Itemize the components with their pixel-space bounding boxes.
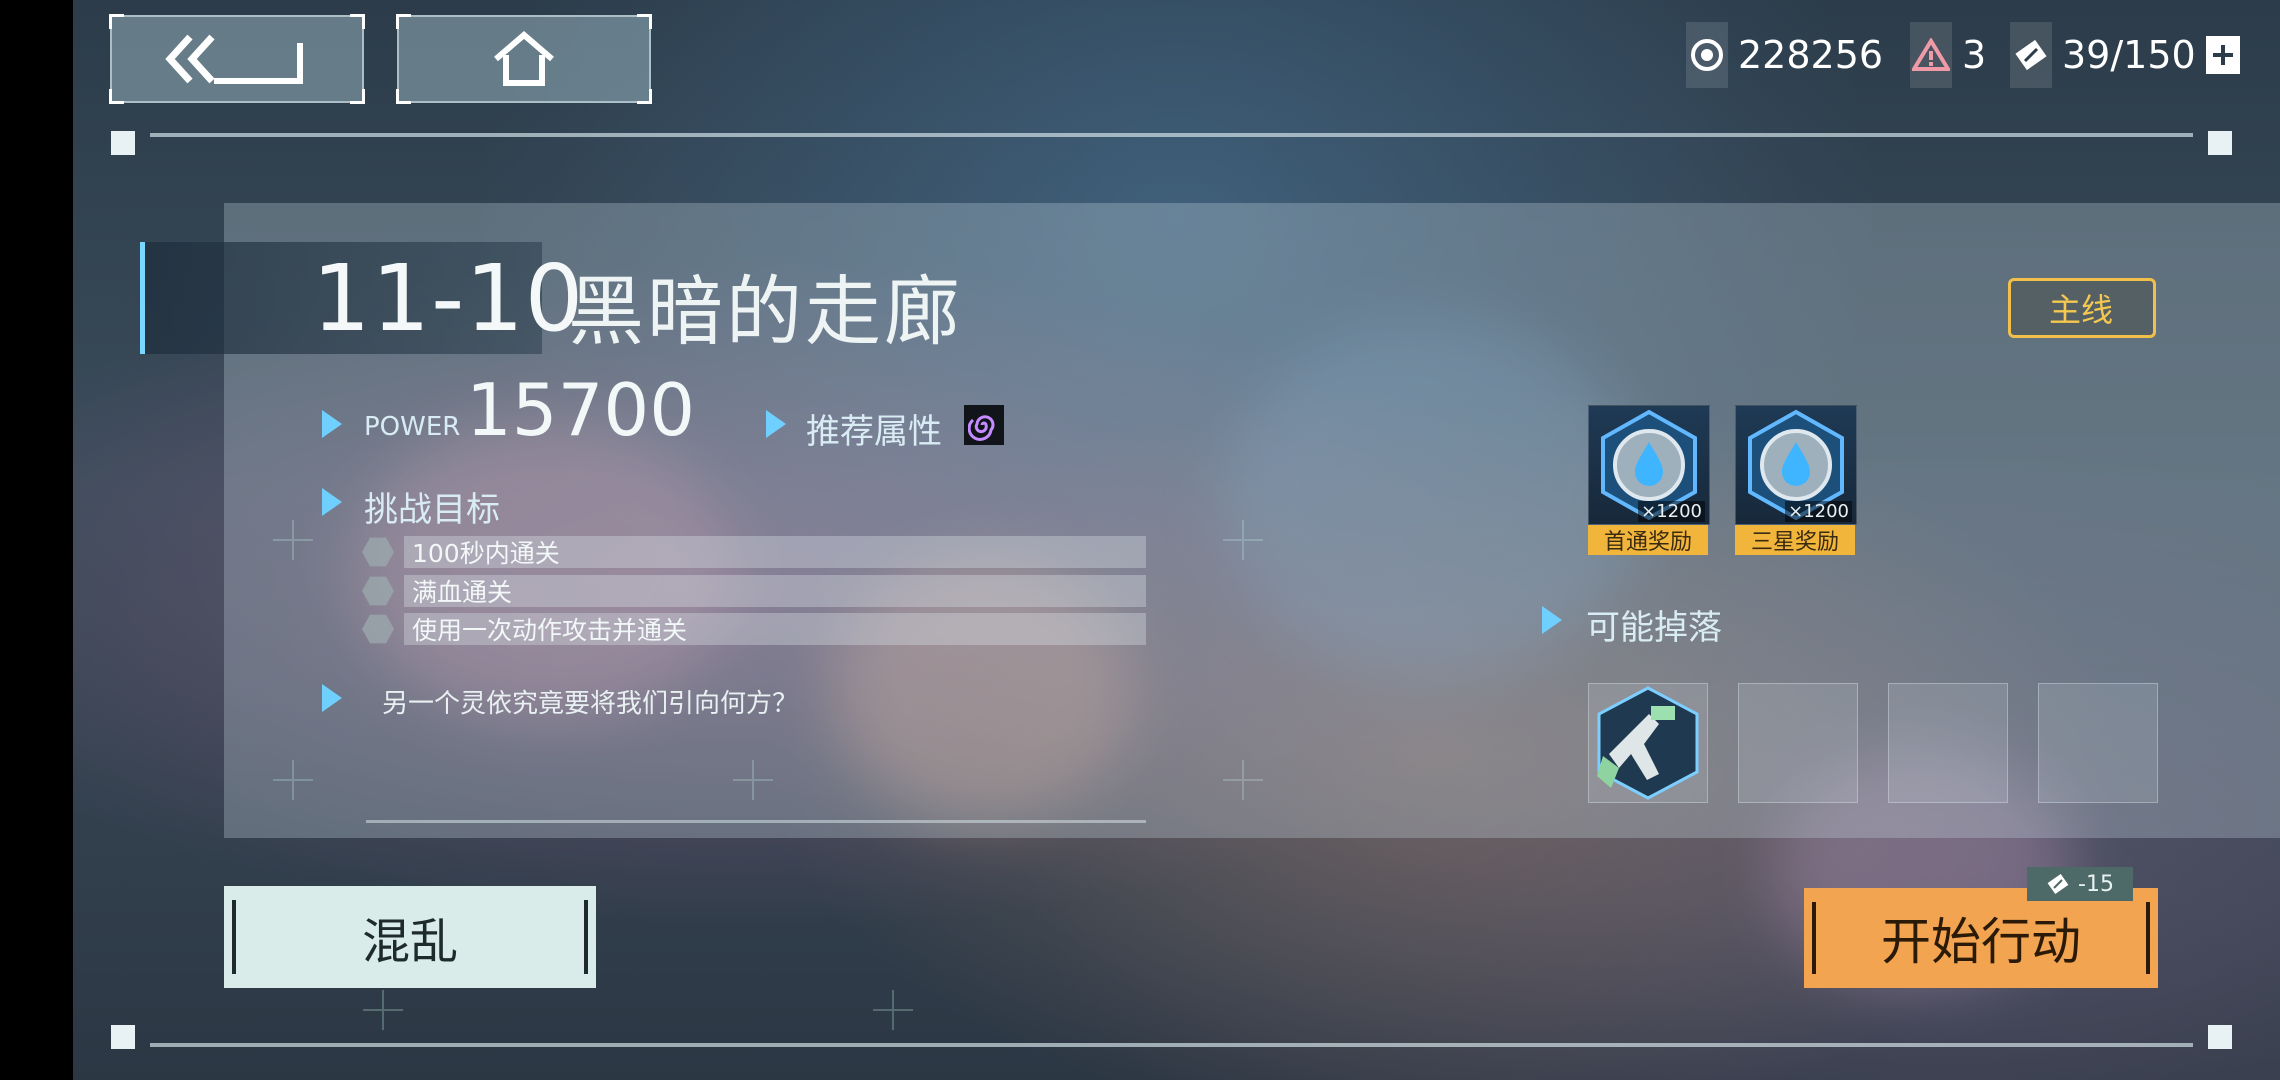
- alert-counter: 3: [1910, 22, 1986, 88]
- three-star-reward[interactable]: ×1200 三星奖励: [1735, 405, 1857, 557]
- drop-slot[interactable]: [1588, 683, 1708, 803]
- title-accent-bar: [140, 242, 145, 354]
- double-chevron-back-icon: [165, 34, 303, 84]
- stamina-counter: 39/150: [2010, 22, 2240, 88]
- reward-label: 三星奖励: [1735, 525, 1855, 555]
- water-crystal-icon: ×1200: [1588, 405, 1710, 525]
- gun-weapon-icon: [1597, 686, 1699, 800]
- stage-description: 另一个灵依究竟要将我们引向何方？: [382, 689, 799, 719]
- objective-item: 100秒内通关: [362, 536, 1146, 568]
- bullet-icon: [322, 410, 342, 438]
- back-button[interactable]: [109, 14, 365, 104]
- objective-item: 使用一次动作攻击并通关: [362, 613, 1146, 645]
- stamina-value: 39/150: [2062, 33, 2196, 77]
- stage-name: 黑暗的走廊: [568, 267, 963, 356]
- ticket-icon: [2010, 22, 2052, 88]
- objective-item: 满血通关: [362, 575, 1146, 607]
- chaos-mode-label: 混乱: [361, 914, 458, 970]
- bullet-icon: [1542, 606, 1562, 634]
- drop-slot[interactable]: [2038, 683, 2158, 803]
- start-action-button[interactable]: 开始行动: [1804, 888, 2158, 988]
- drop-slot[interactable]: [1888, 683, 2008, 803]
- drop-slot[interactable]: [1738, 683, 1858, 803]
- ticket-icon: [2047, 873, 2069, 895]
- reward-quantity: ×1200: [1638, 501, 1705, 522]
- objective-hex-icon: [362, 537, 394, 567]
- stage-id: 11-10: [312, 245, 585, 352]
- water-crystal-icon: ×1200: [1735, 405, 1857, 525]
- frame-corner: [2208, 1025, 2232, 1049]
- mainline-tag: 主线: [2008, 278, 2156, 338]
- objective-hex-icon: [362, 576, 394, 606]
- frame-corner: [111, 131, 135, 155]
- home-button[interactable]: [396, 14, 652, 104]
- bottom-divider: [150, 1043, 2193, 1047]
- objective-text: 100秒内通关: [404, 536, 1146, 568]
- mainline-tag-label: 主线: [2049, 291, 2114, 329]
- power-value: 15700: [466, 368, 696, 452]
- chaos-mode-button[interactable]: 混乱: [224, 886, 596, 988]
- home-icon: [494, 31, 554, 86]
- power-label: POWER: [364, 412, 461, 442]
- orb-icon: [1686, 22, 1728, 88]
- alert-value: 3: [1962, 33, 1987, 77]
- plus-icon: [2212, 45, 2233, 65]
- recommended-attribute-label: 推荐属性: [806, 412, 942, 452]
- bullet-icon: [766, 410, 786, 438]
- objectives-label: 挑战目标: [364, 490, 500, 530]
- bullet-icon: [322, 684, 342, 712]
- stamina-cost-value: -15: [2078, 871, 2114, 897]
- objective-text: 使用一次动作攻击并通关: [404, 613, 1146, 645]
- frame-corner: [2208, 131, 2232, 155]
- top-divider: [150, 133, 2193, 137]
- first-clear-reward[interactable]: ×1200 首通奖励: [1588, 405, 1710, 557]
- spiral-attribute-icon: [964, 405, 1004, 445]
- frame-corner: [111, 1025, 135, 1049]
- currency-value: 228256: [1738, 33, 1884, 77]
- objective-hex-icon: [362, 614, 394, 644]
- possible-drops-label: 可能掉落: [1586, 608, 1722, 648]
- start-action-label: 开始行动: [1881, 913, 2081, 971]
- add-stamina-button[interactable]: [2205, 36, 2240, 74]
- bullet-icon: [322, 488, 342, 516]
- objective-text: 满血通关: [404, 575, 1146, 607]
- warning-triangle-icon: [1910, 22, 1952, 88]
- currency-counter: 228256: [1686, 22, 1883, 88]
- reward-quantity: ×1200: [1785, 501, 1852, 522]
- stamina-cost-badge: -15: [2027, 867, 2133, 901]
- reward-label: 首通奖励: [1588, 525, 1708, 555]
